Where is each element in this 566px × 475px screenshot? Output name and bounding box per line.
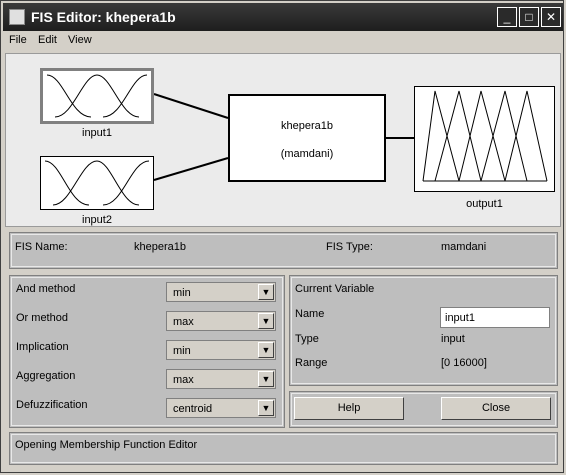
variable-name-label: Name: [295, 308, 325, 320]
fis-editor-window: FIS Editor: khepera1b _ □ ✕ File Edit Vi…: [0, 0, 564, 473]
input2-block[interactable]: [40, 156, 154, 210]
variable-type-label: Type: [295, 333, 319, 345]
fis-type-label: FIS Type:: [326, 241, 373, 253]
close-window-button[interactable]: ✕: [541, 7, 561, 27]
close-button[interactable]: Close: [441, 397, 551, 420]
menu-bar: File Edit View: [3, 32, 563, 50]
aggregation-value: max: [173, 374, 194, 386]
chevron-down-icon: ▼: [258, 284, 274, 300]
and-method-label: And method: [16, 283, 76, 295]
implication-label: Implication: [16, 341, 69, 353]
help-button[interactable]: Help: [294, 397, 404, 420]
input1-label: input1: [82, 127, 112, 139]
defuzzification-value: centroid: [173, 403, 213, 415]
status-message: Opening Membership Function Editor: [15, 439, 198, 451]
variable-range-label: Range: [295, 357, 328, 369]
or-method-select[interactable]: max ▼: [166, 311, 276, 331]
menu-file[interactable]: File: [9, 34, 27, 46]
and-method-value: min: [173, 287, 191, 299]
fis-system-block[interactable]: khepera1b (mamdani): [228, 94, 386, 182]
or-method-label: Or method: [16, 312, 68, 324]
system-type-label: (mamdani): [280, 148, 334, 160]
defuzzification-select[interactable]: centroid ▼: [166, 398, 276, 418]
defuzzification-label: Defuzzification: [16, 399, 88, 411]
variable-range-value: [0 16000]: [441, 357, 487, 369]
implication-value: min: [173, 345, 191, 357]
current-variable-heading: Current Variable: [295, 283, 375, 295]
input1-membership-curves: [46, 74, 148, 118]
chevron-down-icon: ▼: [258, 371, 274, 387]
maximize-button[interactable]: □: [519, 7, 539, 27]
fis-info-panel: FIS Name: khepera1b FIS Type: mamdani: [9, 232, 558, 269]
fis-type-value: mamdani: [441, 241, 487, 253]
fis-name-value: khepera1b: [134, 241, 186, 253]
chevron-down-icon: ▼: [258, 342, 274, 358]
output1-membership-triangles: [422, 90, 548, 182]
input1-block[interactable]: [40, 68, 154, 124]
output1-block[interactable]: [414, 86, 555, 192]
status-panel: Opening Membership Function Editor: [9, 432, 558, 465]
title-bar[interactable]: FIS Editor: khepera1b _ □ ✕: [3, 3, 563, 31]
chevron-down-icon: ▼: [258, 313, 274, 329]
input2-label: input2: [82, 214, 112, 226]
input2-membership-curves: [44, 160, 150, 206]
window-title: FIS Editor: khepera1b: [31, 9, 176, 25]
matlab-app-icon[interactable]: [9, 9, 25, 25]
aggregation-select[interactable]: max ▼: [166, 369, 276, 389]
fis-name-label: FIS Name:: [15, 241, 68, 253]
menu-view[interactable]: View: [68, 34, 92, 46]
and-method-select[interactable]: min ▼: [166, 282, 276, 302]
output1-label: output1: [466, 198, 503, 210]
aggregation-label: Aggregation: [16, 370, 76, 382]
variable-name-value: input1: [445, 312, 475, 324]
variable-name-field[interactable]: input1: [440, 307, 550, 328]
fis-diagram: input1 input2 khepera1b (mamdani) output…: [5, 53, 561, 227]
implication-select[interactable]: min ▼: [166, 340, 276, 360]
system-name-label: khepera1b: [281, 120, 333, 132]
menu-edit[interactable]: Edit: [38, 34, 57, 46]
minimize-button[interactable]: _: [497, 7, 517, 27]
or-method-value: max: [173, 316, 194, 328]
variable-type-value: input: [441, 333, 465, 345]
chevron-down-icon: ▼: [258, 400, 274, 416]
